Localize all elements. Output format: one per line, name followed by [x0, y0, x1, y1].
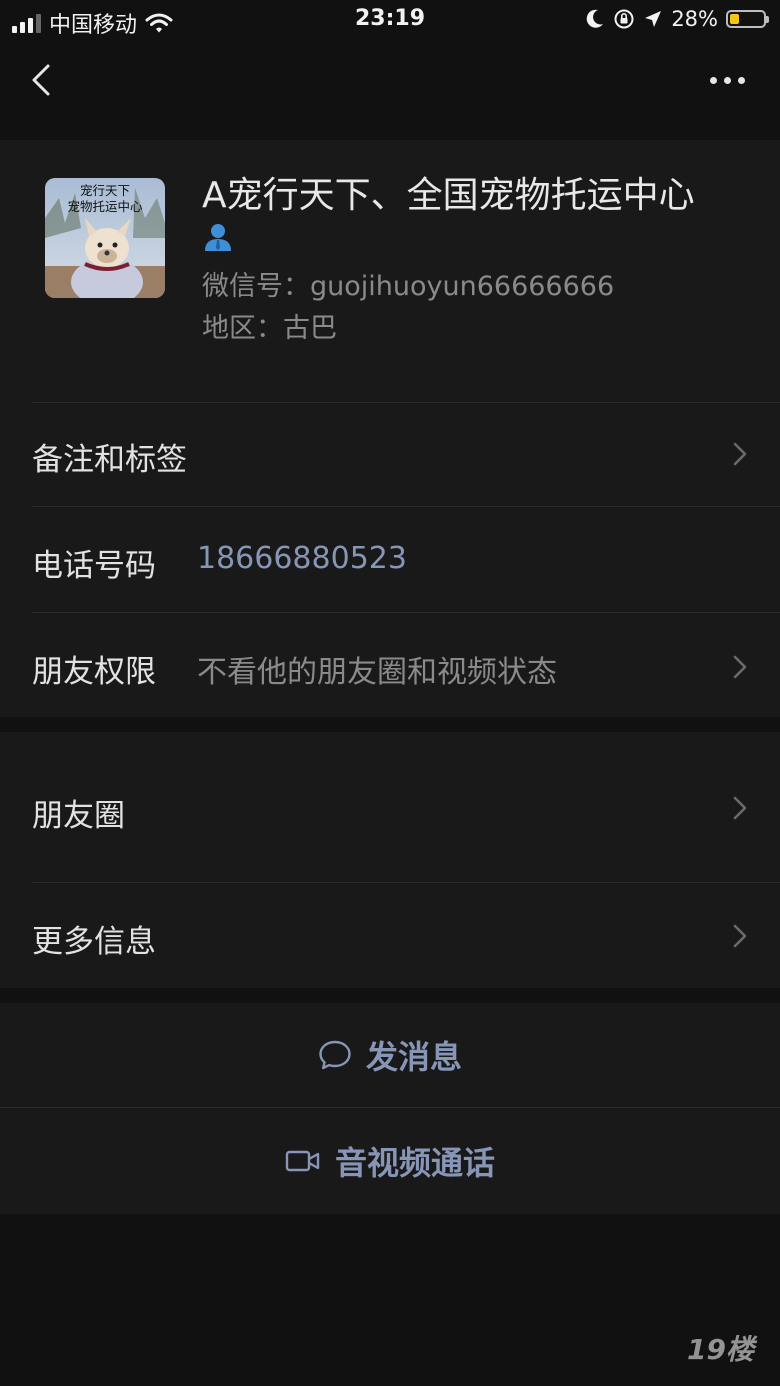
back-icon[interactable]	[26, 58, 66, 102]
more-icon[interactable]	[702, 66, 752, 94]
phone-label: 电话号码	[32, 548, 156, 584]
send-message-button[interactable]: 发消息	[0, 1003, 780, 1107]
profile-header: 宠行天下 宠物托运中心 A宠行天下、全国宠物托运中心 微信号：guojihuoy…	[0, 140, 780, 402]
contact-name: A宠行天下、全国宠物托运中心	[202, 175, 695, 216]
moon-icon	[587, 9, 604, 28]
av-call-label: 音视频通话	[334, 1144, 495, 1182]
chat-bubble-icon	[319, 1040, 351, 1070]
chevron-right-icon	[733, 442, 747, 466]
region: 地区：古巴	[202, 313, 337, 344]
phone-row[interactable]: 电话号码 18666880523	[0, 507, 780, 612]
watermark-logo: 19楼	[687, 1333, 754, 1366]
info-group: 备注和标签 电话号码 18666880523 朋友权限 不看他的朋友圈和视频状态	[0, 402, 780, 717]
battery-percent: 28%	[671, 7, 718, 31]
battery-icon	[726, 10, 769, 28]
notes-row[interactable]: 备注和标签	[0, 402, 780, 506]
moments-group: 朋友圈 更多信息	[0, 732, 780, 988]
chevron-right-icon	[733, 924, 747, 948]
moments-row[interactable]: 朋友圈	[0, 732, 780, 882]
avatar[interactable]: 宠行天下 宠物托运中心	[45, 178, 165, 298]
permission-row[interactable]: 朋友权限 不看他的朋友圈和视频状态	[0, 613, 780, 717]
send-message-label: 发消息	[365, 1038, 462, 1076]
nav-bar	[0, 44, 780, 116]
permission-label: 朋友权限	[32, 654, 156, 690]
chevron-right-icon	[733, 655, 747, 679]
avatar-text-line2: 宠物托运中心	[67, 199, 143, 214]
notes-label: 备注和标签	[32, 442, 187, 478]
moments-label: 朋友圈	[32, 798, 125, 834]
video-camera-icon	[285, 1150, 320, 1172]
phone-number-link[interactable]: 18666880523	[197, 541, 407, 576]
avatar-text-line1: 宠行天下	[80, 183, 130, 198]
person-icon	[205, 224, 231, 251]
orientation-lock-icon	[614, 9, 634, 29]
more-info-label: 更多信息	[32, 924, 156, 960]
more-info-row[interactable]: 更多信息	[0, 883, 780, 988]
wechat-id: 微信号：guojihuoyun66666666	[202, 271, 615, 302]
divider	[0, 1107, 780, 1108]
battery-fill	[730, 14, 739, 24]
av-call-button[interactable]: 音视频通话	[0, 1109, 780, 1213]
status-bar: 中国移动 23:19 28%	[0, 0, 780, 40]
location-arrow-icon	[645, 11, 662, 27]
chevron-right-icon	[733, 796, 747, 820]
permission-value: 不看他的朋友圈和视频状态	[197, 655, 557, 690]
actions-group: 发消息 音视频通话	[0, 1003, 780, 1214]
